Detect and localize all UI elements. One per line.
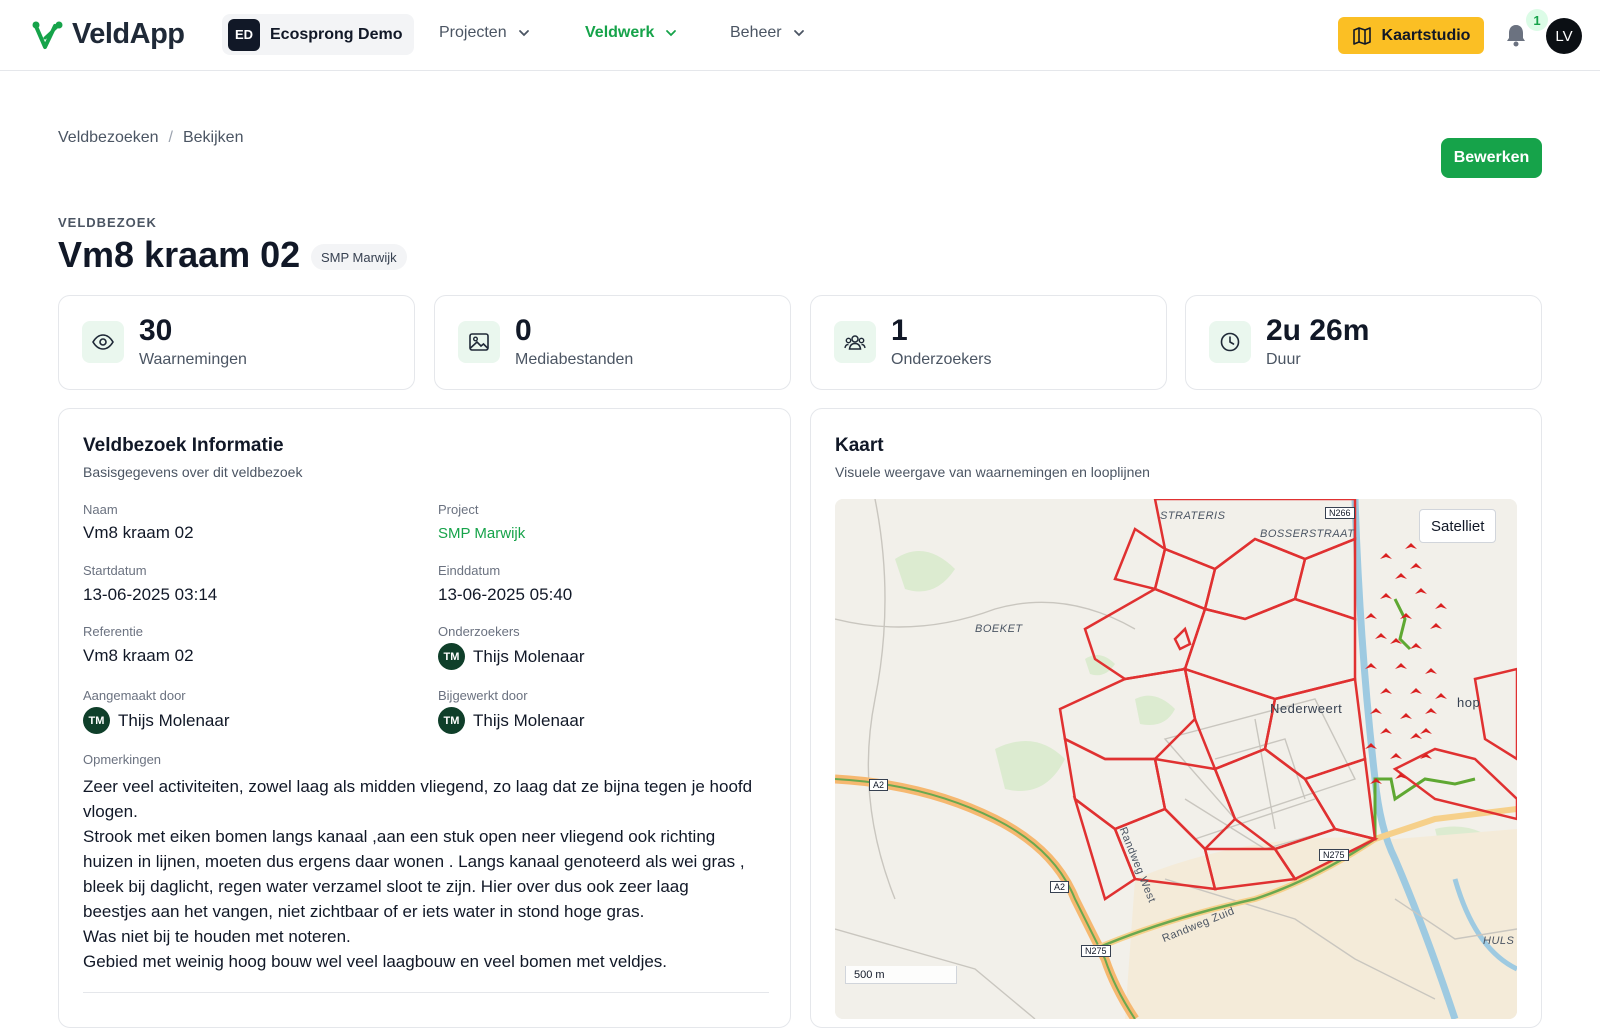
updated-by-name: Thijs Molenaar [473, 710, 585, 730]
breadcrumb-bekijken: Bekijken [182, 129, 244, 146]
project-tag: SMP Marwijk [311, 244, 407, 270]
area-label: HULS [1483, 935, 1515, 947]
created-by-name: Thijs Molenaar [118, 710, 230, 730]
breadcrumb: Veldbezoeken / Bekijken [58, 129, 243, 147]
notes-text: Zeer veel activiteiten, zowel laag als m… [83, 774, 753, 974]
organization-switcher[interactable]: ED Ecosprong Demo [222, 14, 415, 55]
area-label: BOEKET [975, 623, 1023, 635]
name-value: Vm8 kraam 02 [83, 523, 194, 542]
road-shield: N275 [1319, 849, 1349, 861]
notification-count-badge: 1 [1526, 9, 1548, 31]
project-label: Project [438, 502, 479, 517]
map-studio-label: Kaartstudio [1381, 26, 1471, 44]
map-card-title: Kaart [835, 435, 884, 456]
eye-icon [82, 321, 124, 363]
observations-label: Waarnemingen [139, 351, 247, 368]
veldapp-logo-icon [32, 21, 63, 49]
breadcrumb-separator: / [168, 129, 173, 146]
town-label: hop [1457, 695, 1481, 710]
reference-value: Vm8 kraam 02 [83, 646, 194, 665]
stat-card-researchers: 1 Onderzoekers [810, 295, 1167, 390]
updated-by-label: Bijgewerkt door [438, 688, 528, 703]
map-card: Kaart Visuele weergave van waarnemingen … [810, 408, 1542, 1028]
info-card-subtitle: Basisgegevens over dit veldbezoek [83, 464, 303, 480]
app-logo[interactable]: VeldApp [32, 18, 185, 51]
notes-label: Opmerkingen [83, 752, 162, 767]
updated-by-entry: TM Thijs Molenaar [438, 707, 585, 734]
satellite-toggle-button[interactable]: Satelliet [1419, 509, 1497, 543]
visit-info-card: Veldbezoek Informatie Basisgegevens over… [58, 408, 791, 1028]
street-label: STRATERIS [1160, 510, 1226, 522]
nav-veldwerk[interactable]: Veldwerk [585, 24, 678, 42]
notes-line: Was niet bij te houden met noteren. [83, 927, 351, 946]
reference-label: Referentie [83, 624, 143, 639]
researchers-count: 1 [891, 314, 908, 347]
user-avatar[interactable]: LV [1546, 18, 1582, 54]
clock-icon [1209, 321, 1251, 363]
town-label: Nederweert [1270, 701, 1343, 716]
chevron-down-icon [793, 30, 804, 37]
map-icon [1352, 26, 1371, 45]
notes-line: Zeer veel activiteiten, zowel laag als m… [83, 777, 753, 821]
breadcrumb-veldbezoeken[interactable]: Veldbezoeken [58, 129, 159, 147]
duration-label: Duur [1266, 351, 1301, 368]
road-shield: A2 [1050, 881, 1070, 893]
end-date-label: Einddatum [438, 563, 501, 578]
road-shield: N275 [1081, 945, 1111, 957]
edit-button[interactable]: Bewerken [1441, 138, 1542, 178]
media-label: Mediabestanden [515, 351, 634, 368]
start-date-value: 13-06-2025 03:14 [83, 585, 218, 604]
road-shield: N266 [1325, 507, 1355, 519]
stat-card-duration: 2u 26m Duur [1185, 295, 1542, 390]
nav-projecten[interactable]: Projecten [439, 24, 531, 42]
created-by-entry: TM Thijs Molenaar [83, 707, 230, 734]
nav-beheer[interactable]: Beheer [730, 24, 806, 42]
chevron-down-icon [666, 30, 677, 37]
researchers-label: Onderzoekers [891, 351, 992, 368]
map-studio-button[interactable]: Kaartstudio [1338, 17, 1484, 54]
notes-line: Gebied met weinig hoog bouw wel veel laa… [83, 952, 668, 971]
end-date-value: 13-06-2025 05:40 [438, 585, 573, 604]
avatar: TM [438, 707, 465, 734]
stat-card-observations: 30 Waarnemingen [58, 295, 415, 390]
researchers-field-label: Onderzoekers [438, 624, 520, 639]
avatar: TM [438, 643, 465, 670]
name-label: Naam [83, 502, 118, 517]
start-date-label: Startdatum [83, 563, 147, 578]
page-title: Vm8 kraam 02 [58, 234, 301, 275]
nav-beheer-label: Beheer [730, 24, 782, 41]
nav-projecten-label: Projecten [439, 24, 507, 41]
project-link[interactable]: SMP Marwijk [438, 525, 525, 542]
divider [83, 992, 769, 993]
app-name: VeldApp [72, 18, 185, 50]
map-canvas[interactable] [835, 499, 1517, 1019]
map-scale-bar: 500 m [845, 966, 957, 984]
researcher-entry: TM Thijs Molenaar [438, 643, 585, 670]
duration-value: 2u 26m [1266, 314, 1370, 347]
top-navigation-bar: VeldApp ED Ecosprong Demo Projecten Veld… [0, 0, 1600, 71]
org-badge: ED [228, 18, 260, 51]
map-card-subtitle: Visuele weergave van waarnemingen en loo… [835, 464, 1150, 480]
bell-icon[interactable] [1505, 23, 1527, 47]
page-kicker: VELDBEZOEK [58, 215, 157, 230]
users-icon [834, 321, 876, 363]
researcher-name: Thijs Molenaar [473, 646, 585, 666]
avatar: TM [83, 707, 110, 734]
created-by-label: Aangemaakt door [83, 688, 186, 703]
nav-veldwerk-label: Veldwerk [585, 24, 655, 41]
info-card-title: Veldbezoek Informatie [83, 435, 284, 456]
org-name: Ecosprong Demo [270, 25, 403, 43]
image-icon [458, 321, 500, 363]
stat-card-media: 0 Mediabestanden [434, 295, 791, 390]
street-label: BOSSERSTRAAT [1260, 528, 1355, 540]
observations-count: 30 [139, 314, 173, 347]
road-shield: A2 [869, 779, 889, 791]
notes-line: Strook met eiken bomen langs kanaal ,aan… [83, 827, 745, 921]
map-view[interactable]: STRATERIS BOSSERSTRAAT BOEKET Nederweert… [835, 499, 1517, 1019]
media-count: 0 [515, 314, 532, 347]
chevron-down-icon [518, 30, 529, 37]
